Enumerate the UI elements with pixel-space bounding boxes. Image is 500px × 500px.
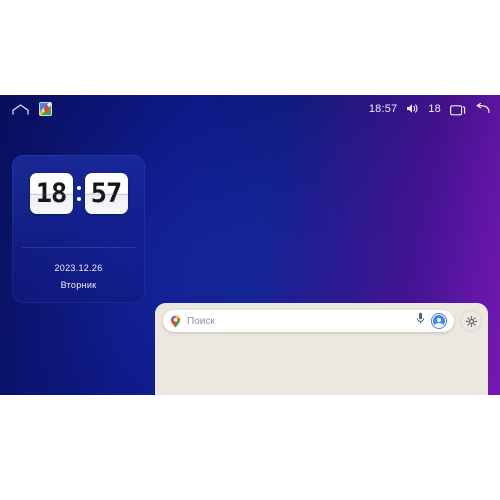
clock-date: 2023.12.26 [54,263,103,273]
clock-colon [76,186,82,201]
settings-gear-icon[interactable] [460,310,482,332]
clock-minutes: 57 [90,178,123,209]
back-icon[interactable] [474,103,490,114]
flip-clock: 18 57 [12,173,145,214]
status-time: 18:57 [368,102,398,115]
volume-level: 18 [428,102,441,115]
volume-icon[interactable] [406,103,419,114]
maps-pin-icon [170,315,181,328]
map-search-bar[interactable] [163,310,454,332]
google-maps-icon[interactable] [39,101,52,116]
google-maps-widget[interactable]: Google [155,303,488,395]
car-head-unit-home-screen: 18:57 18 18 57 2023.12.26 Вторник Поиск [0,95,500,395]
search-input[interactable] [187,315,410,327]
status-bar: 18:57 18 [0,95,500,122]
microphone-icon[interactable] [416,312,426,330]
recent-apps-icon[interactable] [450,103,466,115]
clock-divider [22,247,135,248]
home-icon[interactable] [12,103,29,115]
clock-hours: 18 [35,178,68,209]
account-avatar-icon[interactable] [432,314,446,328]
clock-hours-card: 18 [29,173,73,214]
clock-weekday: Вторник [60,280,97,290]
clock-minutes-card: 57 [84,173,128,214]
clock-widget[interactable]: 18 57 2023.12.26 Вторник [12,155,145,303]
